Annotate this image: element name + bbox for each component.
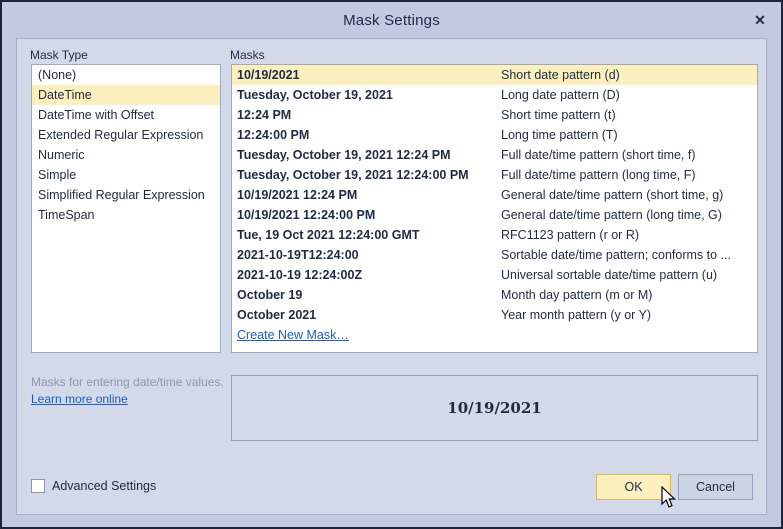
mask-pattern-cell: Tuesday, October 19, 2021 12:24:00 PM: [237, 168, 469, 182]
mask-description-cell: Long date pattern (D): [501, 88, 620, 102]
mask-pattern-cell: 10/19/2021 12:24:00 PM: [237, 208, 376, 222]
mask-pattern-cell: 10/19/2021: [237, 68, 300, 82]
mask-row[interactable]: 10/19/2021 12:24 PM General date/time pat…: [232, 185, 757, 205]
mask-row[interactable]: Tuesday, October 19, 2021 12:24:00 PM Ful…: [232, 165, 757, 185]
mask-description-cell: Long time pattern (T): [501, 128, 618, 142]
mask-pattern-cell: 2021-10-19T12:24:00: [237, 248, 359, 262]
mask-description-cell: Month day pattern (m or M): [501, 288, 653, 302]
mask-description-cell: Universal sortable date/time pattern (u): [501, 268, 718, 282]
advanced-settings-row[interactable]: Advanced Settings: [31, 479, 156, 493]
mask-type-item[interactable]: (None): [32, 65, 220, 85]
mask-row[interactable]: Tuesday, October 19, 2021 Long date patte…: [232, 85, 757, 105]
dialog-button-row: OK Cancel: [596, 474, 753, 500]
mask-preview-box: 10/19/2021: [231, 375, 758, 441]
mask-type-item[interactable]: TimeSpan: [32, 205, 220, 225]
mask-row[interactable]: 10/19/2021 Short date pattern (d): [232, 65, 757, 85]
mask-row[interactable]: 12:24:00 PM Long time pattern (T): [232, 125, 757, 145]
mask-row[interactable]: 10/19/2021 12:24:00 PM General date/time …: [232, 205, 757, 225]
ok-button[interactable]: OK: [596, 474, 671, 500]
mask-description-cell: Full date/time pattern (long time, F): [501, 168, 696, 182]
cancel-button[interactable]: Cancel: [678, 474, 753, 500]
mask-row[interactable]: Tuesday, October 19, 2021 12:24 PM Full d…: [232, 145, 757, 165]
mask-row[interactable]: October 19 Month day pattern (m or M): [232, 285, 757, 305]
mask-pattern-cell: October 19: [237, 288, 303, 302]
mask-row[interactable]: October 2021 Year month pattern (y or Y): [232, 305, 757, 325]
mask-type-item[interactable]: Numeric: [32, 145, 220, 165]
mask-pattern-cell: 10/19/2021 12:24 PM: [237, 188, 358, 202]
masks-list[interactable]: 10/19/2021 Short date pattern (d) Tuesday,…: [231, 64, 758, 353]
mask-type-item[interactable]: Extended Regular Expression: [32, 125, 220, 145]
create-new-mask-link[interactable]: Create New Mask…: [232, 325, 349, 345]
mask-type-list[interactable]: (None) DateTime DateTime with Offset Extend…: [31, 64, 221, 353]
mask-pattern-cell: Tuesday, October 19, 2021: [237, 88, 393, 102]
learn-more-online-link[interactable]: Learn more online: [31, 392, 128, 406]
mask-type-item[interactable]: Simplified Regular Expression: [32, 185, 220, 205]
close-icon[interactable]: ✕: [747, 8, 773, 32]
advanced-settings-label: Advanced Settings: [52, 479, 157, 493]
mask-description-cell: Sortable date/time pattern; conforms to …: [501, 248, 731, 262]
mask-pattern-cell: Tuesday, October 19, 2021 12:24 PM: [237, 148, 451, 162]
mask-pattern-cell: 2021-10-19 12:24:00Z: [237, 268, 363, 282]
mask-pattern-cell: October 2021: [237, 308, 317, 322]
mask-pattern-cell: 12:24 PM: [237, 108, 292, 122]
mask-type-hint: Masks for entering date/time values.: [31, 375, 224, 389]
mask-description-cell: General date/time pattern (short time, g…: [501, 188, 724, 202]
dialog-title: Mask Settings: [343, 11, 440, 29]
mask-description-cell: Short time pattern (t): [501, 108, 616, 122]
title-bar: Mask Settings ✕: [2, 2, 781, 38]
mask-row[interactable]: Tue, 19 Oct 2021 12:24:00 GMT RFC1123 pat…: [232, 225, 757, 245]
mask-preview-value: 10/19/2021: [447, 399, 542, 417]
mask-row[interactable]: 2021-10-19T12:24:00 Sortable date/time pa…: [232, 245, 757, 265]
mask-row[interactable]: 2021-10-19 12:24:00Z Universal sortable d…: [232, 265, 757, 285]
dialog-content-panel: Mask Type Masks (None) DateTime DateTime w…: [16, 38, 767, 515]
mask-description-cell: Full date/time pattern (short time, f): [501, 148, 696, 162]
mask-type-item[interactable]: DateTime with Offset: [32, 105, 220, 125]
mask-row[interactable]: 12:24 PM Short time pattern (t): [232, 105, 757, 125]
advanced-settings-checkbox[interactable]: [31, 479, 45, 493]
mask-description-cell: Short date pattern (d): [501, 68, 620, 82]
mask-pattern-cell: 12:24:00 PM: [237, 128, 310, 142]
masks-label: Masks: [230, 48, 265, 62]
mask-type-item[interactable]: DateTime: [32, 85, 220, 105]
mask-description-cell: RFC1123 pattern (r or R): [501, 228, 640, 242]
mask-settings-dialog: Mask Settings ✕ Mask Type Masks (None) Da…: [0, 0, 783, 529]
mask-pattern-cell: Tue, 19 Oct 2021 12:24:00 GMT: [237, 228, 420, 242]
mask-description-cell: General date/time pattern (long time, G): [501, 208, 722, 222]
mask-type-label: Mask Type: [30, 48, 88, 62]
mask-description-cell: Year month pattern (y or Y): [501, 308, 652, 322]
mask-type-item[interactable]: Simple: [32, 165, 220, 185]
